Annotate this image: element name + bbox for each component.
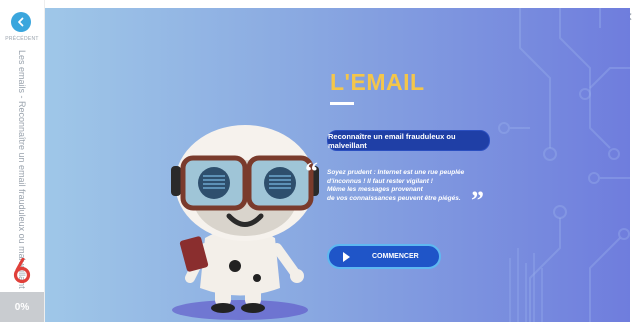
quote-line: Soyez prudent : Internet est une rue peu… — [327, 169, 465, 176]
title-underline — [330, 102, 354, 105]
quote-close-icon: ” — [471, 186, 484, 215]
course-title-vertical: Les emails - Reconnaître un email fraudu… — [17, 50, 27, 289]
sidebar: PRÉCÉDENT Les emails - Reconnaître un em… — [0, 0, 45, 322]
quote-open-icon: “ — [305, 157, 318, 186]
play-icon — [343, 251, 350, 262]
quote-line: de vos connaissances peuvent être piégés… — [327, 194, 461, 202]
subtitle-badge: Reconnaître un email frauduleux ou malve… — [327, 130, 490, 151]
page-title: L'EMAIL — [330, 69, 425, 95]
brand-logo — [13, 258, 31, 284]
back-button[interactable] — [11, 12, 31, 32]
intro-stage: L'EMAIL Reconnaître un email frauduleux … — [45, 8, 630, 322]
quote-line: Même les messages provenant — [327, 186, 423, 193]
progress-value: 0% — [14, 301, 30, 313]
quote-line: d'inconnus ! Il faut rester vigilant ! — [327, 177, 433, 185]
circuit-decoration — [498, 8, 630, 322]
robot-illustration — [171, 125, 319, 320]
progress-indicator: 0% — [0, 292, 44, 322]
start-button[interactable]: COMMENCER — [327, 244, 441, 269]
chevron-left-icon — [18, 17, 24, 27]
start-button-label: COMMENCER — [372, 253, 419, 260]
back-label: PRÉCÉDENT — [5, 36, 39, 42]
quote-text: Soyez prudent : Internet est une rue peu… — [327, 169, 477, 203]
